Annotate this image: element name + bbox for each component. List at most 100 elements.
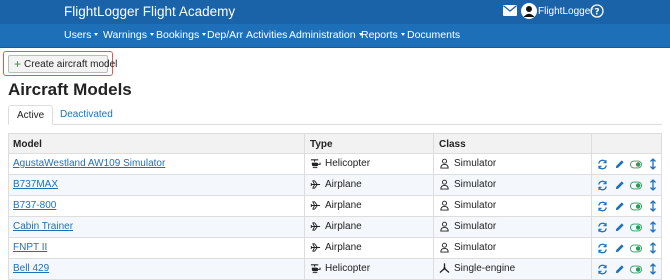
- main-nav: Users Warnings Bookings Dep/Arr Activiti…: [0, 24, 670, 48]
- model-cell: Cabin Trainer: [13, 221, 73, 232]
- propeller-icon: [439, 263, 450, 273]
- edit-icon[interactable]: [613, 221, 625, 233]
- class-label: Simulator: [454, 158, 497, 169]
- toggle-icon[interactable]: [630, 263, 642, 275]
- nav-documents-label: Documents: [407, 29, 461, 41]
- model-cell: B737MAX: [13, 179, 58, 190]
- replace-icon[interactable]: [596, 263, 608, 275]
- type-cell: Airplane: [310, 179, 362, 190]
- avatar-icon[interactable]: [521, 3, 537, 19]
- model-link[interactable]: AgustaWestland AW109 Simulator: [13, 158, 165, 169]
- toggle-icon[interactable]: [630, 158, 642, 170]
- class-cell: Simulator: [439, 158, 496, 169]
- nav-dep-arr-label: Dep/Arr: [207, 29, 244, 41]
- class-label: Simulator: [454, 242, 497, 253]
- nav-bookings[interactable]: Bookings: [156, 29, 207, 41]
- type-cell: Helicopter: [310, 158, 370, 169]
- edit-icon[interactable]: [613, 200, 625, 212]
- type-label: Airplane: [325, 221, 362, 232]
- reorder-icon[interactable]: [647, 263, 659, 275]
- reorder-icon[interactable]: [647, 221, 659, 233]
- type-cell: Airplane: [310, 221, 362, 232]
- row-actions: [596, 263, 664, 275]
- help-icon[interactable]: ?: [590, 4, 604, 18]
- chevron-down-icon: [400, 32, 405, 36]
- top-bar: FlightLogger Flight Academy FlightLogger…: [0, 0, 670, 24]
- table-row: AgustaWestland AW109 Simulator Helicopter…: [8, 154, 662, 175]
- row-actions: [596, 158, 664, 170]
- nav-documents[interactable]: Documents: [407, 29, 460, 41]
- nav-warnings[interactable]: Warnings: [103, 29, 154, 41]
- model-link[interactable]: B737MAX: [13, 179, 58, 190]
- model-link[interactable]: Bell 429: [13, 263, 49, 274]
- person-icon: [440, 200, 449, 211]
- table-row: FNPT II Airplane Simulator: [8, 238, 662, 259]
- model-cell: B737-800: [13, 200, 56, 211]
- mail-icon[interactable]: [503, 5, 517, 16]
- toggle-icon[interactable]: [630, 200, 642, 212]
- toggle-icon[interactable]: [630, 242, 642, 254]
- nav-activities[interactable]: Activities: [246, 29, 287, 41]
- edit-icon[interactable]: [613, 242, 625, 254]
- helicopter-icon: [310, 264, 321, 274]
- replace-icon[interactable]: [596, 158, 608, 170]
- chevron-down-icon: [94, 32, 99, 36]
- nav-activities-label: Activities: [246, 29, 288, 41]
- replace-icon[interactable]: [596, 179, 608, 191]
- airplane-icon: [310, 180, 321, 189]
- type-cell: Airplane: [310, 200, 362, 211]
- user-name[interactable]: FlightLogger: [538, 6, 594, 17]
- type-label: Helicopter: [325, 263, 371, 274]
- column-divider: [433, 133, 434, 280]
- nav-administration[interactable]: Administration: [289, 29, 363, 41]
- class-label: Simulator: [454, 221, 497, 232]
- create-aircraft-model-button[interactable]: + Create aircraft model: [8, 55, 117, 73]
- model-link[interactable]: Cabin Trainer: [13, 221, 73, 232]
- model-link[interactable]: FNPT II: [13, 242, 47, 253]
- tab-deactivated[interactable]: Deactivated: [52, 105, 121, 125]
- aircraft-models-table: Model Type Class AgustaWestland AW109 Si…: [8, 133, 662, 280]
- type-cell: Helicopter: [310, 263, 370, 274]
- edit-icon[interactable]: [613, 158, 625, 170]
- toggle-icon[interactable]: [630, 221, 642, 233]
- column-header-type: Type: [310, 139, 333, 150]
- reorder-icon[interactable]: [647, 158, 659, 170]
- person-icon: [440, 221, 449, 232]
- table-header: Model Type Class: [8, 133, 662, 154]
- model-cell: Bell 429: [13, 263, 49, 274]
- column-divider: [304, 133, 305, 280]
- nav-administration-label: Administration: [289, 29, 356, 41]
- edit-icon[interactable]: [613, 179, 625, 191]
- column-header-model: Model: [13, 139, 42, 150]
- class-cell: Simulator: [439, 221, 496, 232]
- model-link[interactable]: B737-800: [13, 200, 56, 211]
- replace-icon[interactable]: [596, 200, 608, 212]
- edit-icon[interactable]: [613, 263, 625, 275]
- type-label: Airplane: [325, 200, 362, 211]
- nav-reports[interactable]: Reports: [361, 29, 405, 41]
- reorder-icon[interactable]: [647, 200, 659, 212]
- row-actions: [596, 179, 664, 191]
- type-cell: Airplane: [310, 242, 362, 253]
- tab-active[interactable]: Active: [8, 105, 54, 125]
- reorder-icon[interactable]: [647, 179, 659, 191]
- model-cell: AgustaWestland AW109 Simulator: [13, 158, 165, 169]
- replace-icon[interactable]: [596, 221, 608, 233]
- class-cell: Single-engine: [439, 263, 515, 274]
- class-cell: Simulator: [439, 242, 496, 253]
- model-cell: FNPT II: [13, 242, 47, 253]
- reorder-icon[interactable]: [647, 242, 659, 254]
- nav-users-label: Users: [64, 29, 92, 41]
- nav-dep-arr[interactable]: Dep/Arr: [207, 29, 243, 41]
- person-icon: [440, 158, 449, 169]
- table-row: Cabin Trainer Airplane Simulator: [8, 217, 662, 238]
- person-icon: [440, 242, 449, 253]
- class-label: Simulator: [454, 179, 497, 190]
- class-cell: Simulator: [439, 200, 496, 211]
- plus-icon: +: [14, 57, 22, 71]
- class-label: Single-engine: [454, 263, 516, 274]
- type-label: Airplane: [325, 179, 362, 190]
- toggle-icon[interactable]: [630, 179, 642, 191]
- nav-users[interactable]: Users: [64, 29, 99, 41]
- replace-icon[interactable]: [596, 242, 608, 254]
